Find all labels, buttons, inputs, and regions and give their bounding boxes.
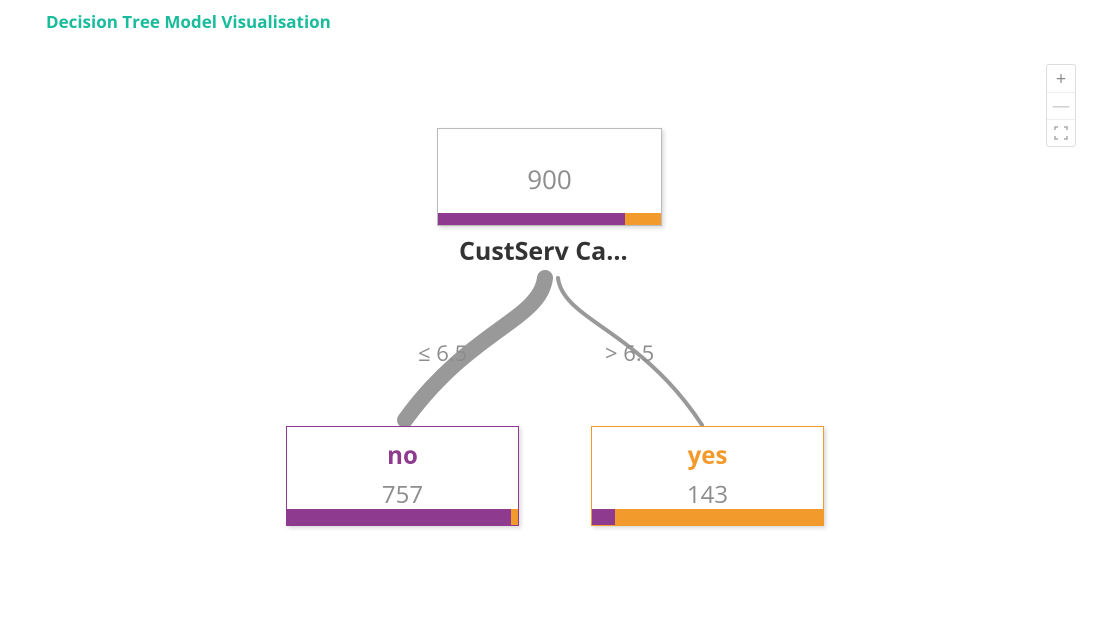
decision-tree: 900 CustServ Ca... ≤ 6.5 > 6.5 no 757 ye… [0, 0, 1098, 628]
edge-left-label: ≤ 6.5 [418, 338, 467, 368]
node-count: 757 [287, 478, 518, 511]
split-feature-label: CustServ Ca... [459, 234, 628, 268]
bar-segment-no [287, 509, 511, 525]
node-count: 900 [438, 161, 661, 197]
node-count: 143 [592, 478, 823, 511]
bar-segment-yes [625, 213, 661, 225]
bar-segment-no [438, 213, 625, 225]
node-distribution-bar [592, 509, 823, 525]
leaf-class-label: yes [592, 439, 823, 472]
tree-edges [0, 0, 1098, 628]
tree-leaf-yes[interactable]: yes 143 [591, 426, 824, 526]
bar-segment-yes [511, 509, 518, 525]
leaf-class-label: no [287, 439, 518, 472]
node-distribution-bar [438, 213, 661, 225]
edge-right-label: > 6.5 [605, 338, 654, 368]
bar-segment-yes [615, 509, 823, 525]
tree-leaf-no[interactable]: no 757 [286, 426, 519, 526]
tree-root-node[interactable]: 900 [437, 128, 662, 226]
bar-segment-no [592, 509, 615, 525]
node-distribution-bar [287, 509, 518, 525]
